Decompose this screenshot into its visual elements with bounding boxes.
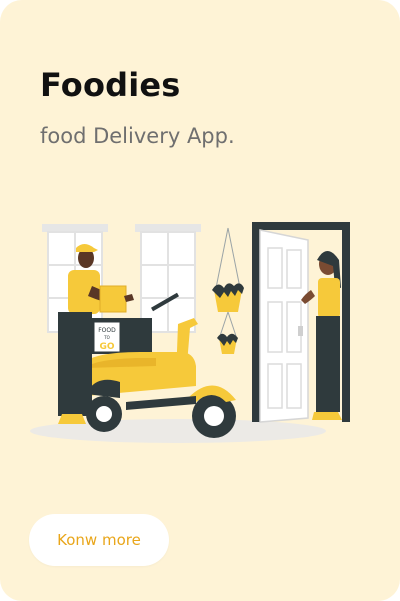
app-subtitle: food Delivery App.: [40, 124, 235, 148]
promo-card: Foodies food Delivery App. FOOD TO GO Ko…: [0, 0, 400, 601]
box-label-food: FOOD: [98, 327, 116, 334]
box-label-go: GO: [99, 342, 114, 352]
window-right-icon: [135, 224, 201, 333]
app-title: Foodies: [40, 66, 181, 104]
know-more-button[interactable]: Konw more: [29, 514, 169, 566]
hanging-plants-icon: [212, 227, 244, 354]
delivery-illustration: FOOD TO GO: [30, 222, 350, 443]
box-label-to: TO: [103, 335, 110, 340]
